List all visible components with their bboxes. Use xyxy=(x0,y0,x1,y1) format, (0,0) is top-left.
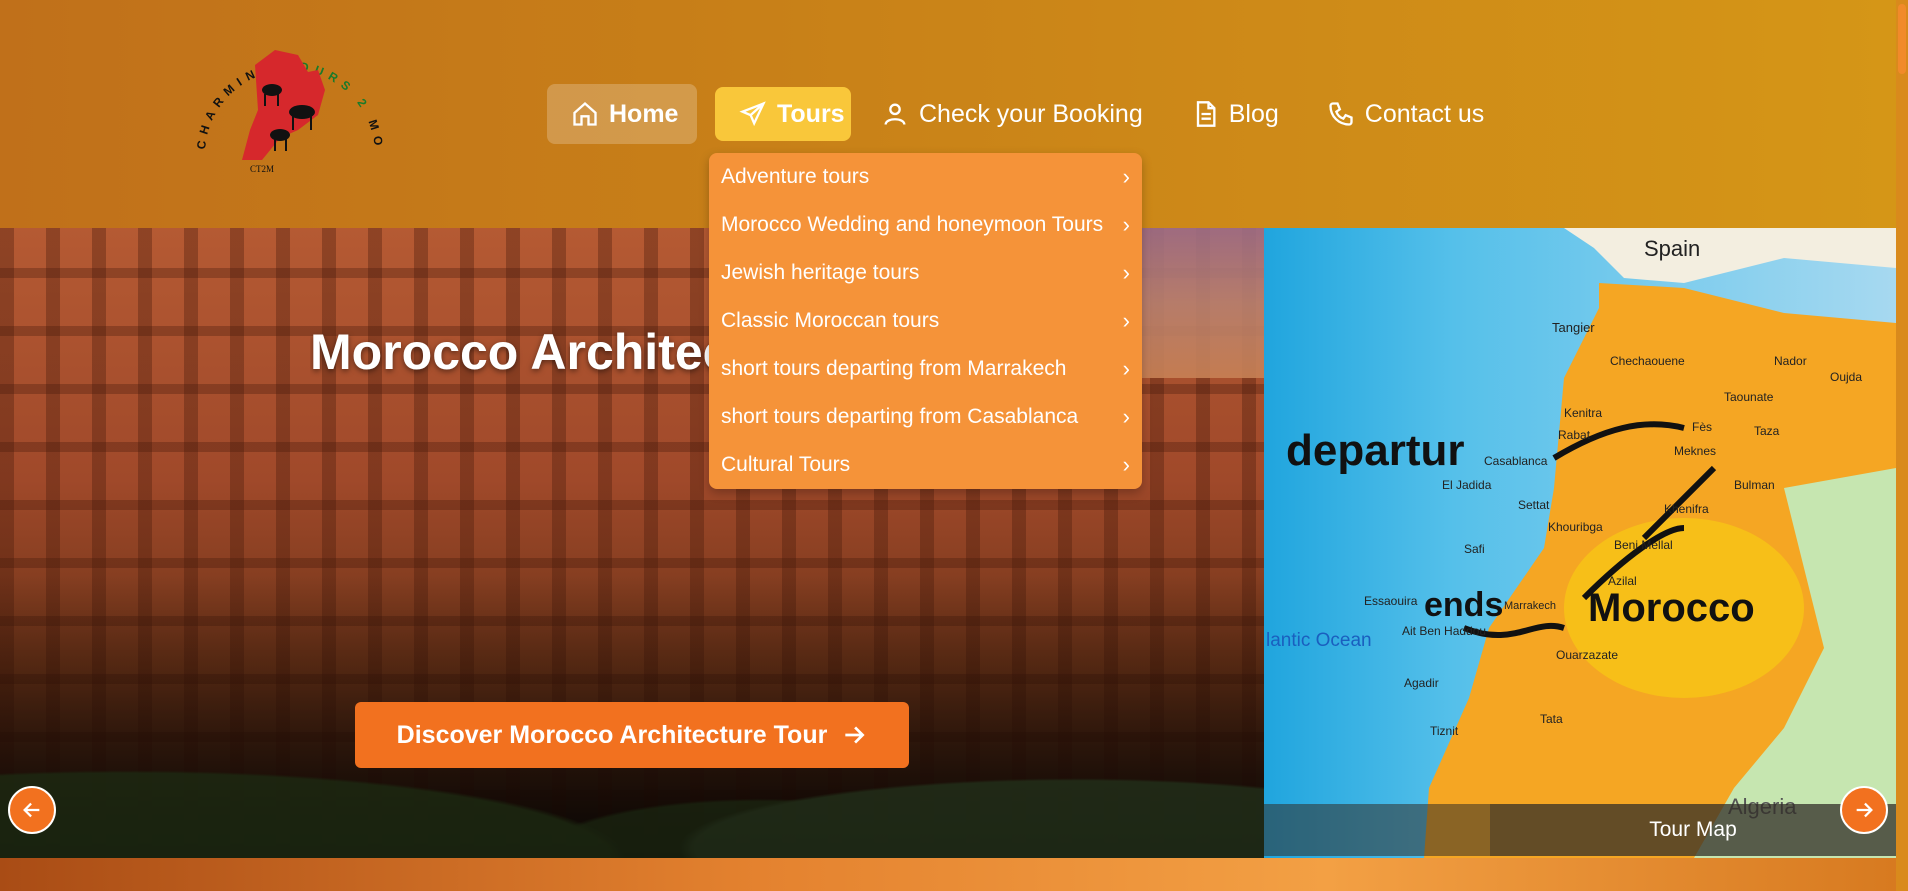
nav-check-booking-label: Check your Booking xyxy=(919,99,1143,128)
map-label-fes: Fès xyxy=(1692,420,1713,434)
chevron-right-icon: › xyxy=(1122,164,1130,189)
discover-tour-label: Discover Morocco Architecture Tour xyxy=(396,720,828,749)
map-label-ait-ben-haddou: Ait Ben Haddou xyxy=(1402,624,1487,638)
chevron-right-icon: › xyxy=(1122,452,1130,477)
map-label-chefchaouene: Chechaouene xyxy=(1610,354,1685,368)
dropdown-item-label: Jewish heritage tours xyxy=(721,261,920,284)
map-label-marrakech: Marrakech xyxy=(1504,600,1556,612)
carousel-prev-button[interactable] xyxy=(8,786,56,834)
chevron-right-icon: › xyxy=(1122,260,1130,285)
dropdown-item-label: Adventure tours xyxy=(721,165,870,188)
desert-band xyxy=(0,858,1896,891)
dropdown-item-label: short tours departing from Marrakech xyxy=(721,357,1067,380)
map-label-ouarzazate: Ouarzazate xyxy=(1556,648,1619,662)
nav-blog[interactable]: Blog xyxy=(1179,84,1291,144)
map-label-rabat: Rabat xyxy=(1558,428,1591,442)
nav-tours[interactable]: Tours xyxy=(715,87,851,141)
document-icon xyxy=(1196,101,1216,127)
map-label-nador: Nador xyxy=(1774,354,1807,368)
map-label-azilal: Azilal xyxy=(1608,574,1637,588)
scrollbar-thumb[interactable] xyxy=(1898,4,1906,74)
dropdown-item-marrakech[interactable]: short tours departing from Marrakech › xyxy=(721,345,1130,393)
site-logo[interactable]: CHARMING TOURS 2 MOROCCO CT2M xyxy=(180,20,400,180)
map-label-khouribga: Khouribga xyxy=(1548,520,1603,534)
dropdown-item-label: Morocco Wedding and honeymoon Tours xyxy=(721,213,1104,236)
map-label-tangier: Tangier xyxy=(1552,320,1595,335)
arrow-right-icon xyxy=(1856,802,1873,818)
map-label-beni-mellal: Beni Mellal xyxy=(1614,538,1673,552)
map-label-taounate: Taounate xyxy=(1724,390,1774,404)
map-label-kenitra: Kenitra xyxy=(1564,406,1603,420)
dropdown-item-wedding[interactable]: Morocco Wedding and honeymoon Tours › xyxy=(721,201,1130,249)
nav-contact-label: Contact us xyxy=(1364,99,1485,128)
nav-blog-label: Blog xyxy=(1228,99,1279,128)
logo-word-2: 2 xyxy=(354,96,373,114)
map-label-spain: Spain xyxy=(1644,236,1701,261)
map-caption: Tour Map xyxy=(1490,804,1896,856)
map-label-taza: Taza xyxy=(1754,424,1780,438)
discover-tour-button[interactable]: Discover Morocco Architecture Tour xyxy=(355,702,909,768)
chevron-right-icon: › xyxy=(1122,404,1130,429)
logo-abbr: CT2M xyxy=(250,164,274,174)
nav-home[interactable]: Home xyxy=(547,84,697,144)
map-caption-shade xyxy=(1264,804,1490,856)
plane-icon xyxy=(739,101,766,127)
nav-check-booking[interactable]: Check your Booking xyxy=(869,84,1155,144)
map-label-tiznit: Tiznit xyxy=(1430,724,1459,738)
dropdown-item-cultural[interactable]: Cultural Tours › xyxy=(721,441,1130,489)
home-icon xyxy=(573,101,597,126)
chevron-right-icon: › xyxy=(1122,308,1130,333)
tour-map-image: Spain departur ends Morocco lantic Ocean… xyxy=(1264,228,1896,858)
map-label-ends: ends xyxy=(1424,586,1504,624)
dropdown-item-casablanca[interactable]: short tours departing from Casablanca › xyxy=(721,393,1130,441)
arrow-right-icon xyxy=(845,726,865,744)
arrow-left-icon xyxy=(23,802,40,818)
map-label-safi: Safi xyxy=(1464,542,1485,556)
dropdown-item-label: Classic Moroccan tours xyxy=(721,309,940,332)
user-icon xyxy=(884,103,906,125)
map-label-casablanca: Casablanca xyxy=(1484,454,1548,468)
dropdown-item-classic[interactable]: Classic Moroccan tours › xyxy=(721,297,1130,345)
dropdown-item-adventure[interactable]: Adventure tours › xyxy=(721,153,1130,201)
map-label-morocco: Morocco xyxy=(1588,586,1755,630)
map-label-settat: Settat xyxy=(1518,498,1550,512)
map-label-khenifra: Khenifra xyxy=(1664,502,1709,516)
nav-home-label: Home xyxy=(609,99,679,128)
map-label-el-jadida: El Jadida xyxy=(1442,478,1492,492)
map-label-departure: departur xyxy=(1286,426,1465,475)
scrollbar[interactable] xyxy=(1896,0,1908,891)
map-label-oujda: Oujda xyxy=(1830,370,1863,384)
map-label-essaouira: Essaouira xyxy=(1364,594,1418,608)
map-label-agadir: Agadir xyxy=(1404,676,1439,690)
dropdown-item-label: short tours departing from Casablanca xyxy=(721,405,1079,428)
main-nav: Home Tours Check your Booking Blog Conta… xyxy=(547,84,1520,144)
map-label-tata: Tata xyxy=(1540,712,1563,726)
hero-title: Morocco Architecture xyxy=(310,324,710,380)
nav-tours-label: Tours xyxy=(777,99,845,128)
map-label-meknes: Meknes xyxy=(1674,444,1717,458)
map-label-bulman: Bulman xyxy=(1734,478,1775,492)
chevron-right-icon: › xyxy=(1122,356,1130,381)
nav-contact[interactable]: Contact us xyxy=(1315,84,1497,144)
carousel-next-button[interactable] xyxy=(1840,786,1888,834)
map-label-ocean: lantic Ocean xyxy=(1266,630,1372,651)
dropdown-item-label: Cultural Tours xyxy=(721,453,851,476)
phone-icon xyxy=(1329,102,1353,126)
dropdown-item-jewish-heritage[interactable]: Jewish heritage tours › xyxy=(721,249,1130,297)
tours-dropdown: Adventure tours › Morocco Wedding and hon… xyxy=(709,153,1142,489)
chevron-right-icon: › xyxy=(1122,212,1130,237)
